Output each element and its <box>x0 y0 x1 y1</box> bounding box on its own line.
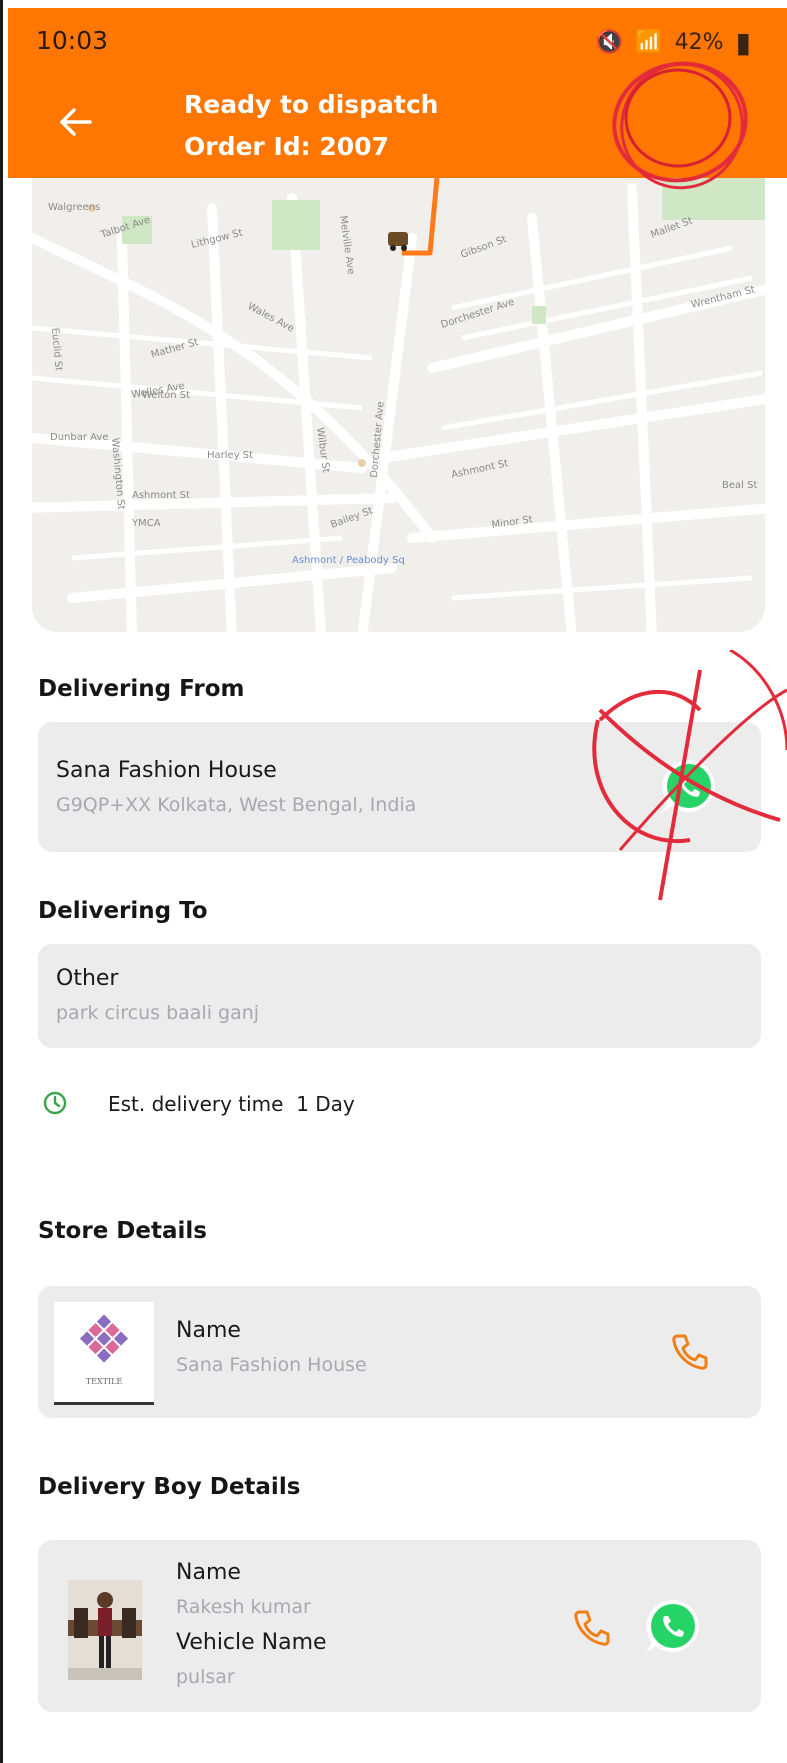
delivery-boy-heading: Delivery Boy Details <box>38 1474 301 1500</box>
eta-label: Est. delivery time <box>108 1092 284 1116</box>
store-name-label: Name <box>176 1318 241 1343</box>
phone-icon[interactable] <box>570 1606 614 1650</box>
from-store-name: Sana Fashion House <box>56 758 277 783</box>
store-details-heading: Store Details <box>38 1218 207 1244</box>
status-time: 10:03 <box>36 26 109 55</box>
delivery-boy-name-value: Rakesh kumar <box>176 1596 311 1618</box>
delivering-to-card: Other park circus baali ganj <box>38 944 761 1048</box>
battery-icon: ▮ <box>735 26 751 59</box>
store-details-card: TEXTILE Name Sana Fashion House <box>38 1286 761 1418</box>
vehicle-name-label: Vehicle Name <box>176 1630 327 1655</box>
whatsapp-icon[interactable] <box>658 756 720 818</box>
delivery-boy-avatar <box>68 1580 142 1680</box>
from-store-address: G9QP+XX Kolkata, West Bengal, India <box>56 794 417 816</box>
page-title: Ready to dispatch Order Id: 2007 <box>184 84 438 168</box>
delivering-from-card: Sana Fashion House G9QP+XX Kolkata, West… <box>38 722 761 852</box>
to-address-text: park circus baali ganj <box>56 1002 260 1024</box>
phone-icon[interactable] <box>668 1330 712 1374</box>
delivery-boy-name-label: Name <box>176 1560 241 1585</box>
mute-icon: 🔇 <box>595 30 624 55</box>
whatsapp-icon[interactable] <box>642 1596 704 1658</box>
textile-logo-icon: TEXTILE <box>79 1314 129 1386</box>
map-view[interactable]: Walgreens Talbot Ave Lithgow St Wales Av… <box>32 178 765 632</box>
avatar-photo <box>68 1580 142 1680</box>
delivering-to-heading: Delivering To <box>38 898 208 924</box>
battery-level: 42% <box>674 30 724 55</box>
vehicle-name-value: pulsar <box>176 1666 235 1688</box>
eta-value: 1 Day <box>296 1092 355 1116</box>
clock-icon <box>43 1091 67 1115</box>
map-label-12: Harley St <box>207 450 253 461</box>
map-label-20: Ashmont St <box>132 490 190 501</box>
map-label-23: Beal St <box>722 480 757 491</box>
app-screen: 10:03 🔇 📶 42% ▮ Ready to dispatch Order … <box>0 0 787 1763</box>
screen-edge <box>0 0 3 1763</box>
store-name-value: Sana Fashion House <box>176 1354 367 1376</box>
status-icons: 🔇 📶 42% ▮ <box>596 26 751 59</box>
to-address-type: Other <box>56 966 119 991</box>
order-id: Order Id: 2007 <box>184 132 389 161</box>
delivering-from-heading: Delivering From <box>38 676 245 702</box>
map-attribution: Ashmont / Peabody Sq <box>292 555 405 566</box>
logo-text: TEXTILE <box>86 1377 123 1386</box>
map-label-14: Dunbar Ave <box>50 432 108 443</box>
order-status: Ready to dispatch <box>184 90 439 119</box>
estimated-delivery: Est. delivery time 1 Day <box>108 1092 355 1116</box>
map-label-walgreens: Walgreens <box>48 202 100 213</box>
map-label-16: Welton St <box>142 390 190 401</box>
map-label-7: YMCA <box>131 518 161 529</box>
delivery-boy-card: Name Rakesh kumar Vehicle Name pulsar <box>38 1540 761 1712</box>
store-logo: TEXTILE <box>54 1302 154 1405</box>
back-arrow-icon[interactable] <box>58 104 94 140</box>
wifi-icon: 📶 <box>635 30 663 55</box>
map-graphic: Walgreens Talbot Ave Lithgow St Wales Av… <box>32 178 765 632</box>
